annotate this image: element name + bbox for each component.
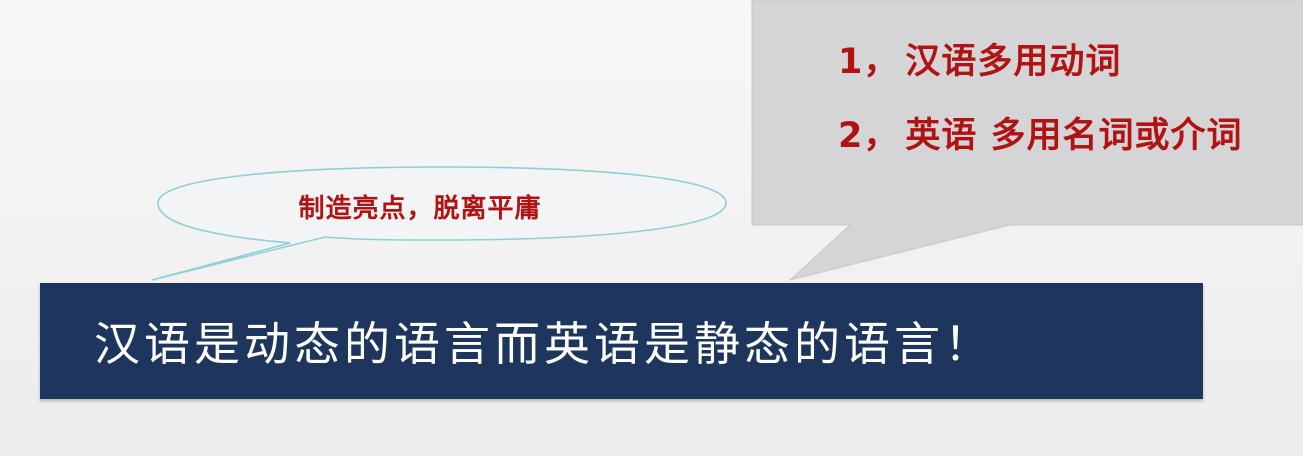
main-banner: 汉语是动态的语言而英语是静态的语言！ [40,283,1203,399]
list-item-number: 2， [838,115,900,156]
oval-bubble-text: 制造亮点，脱离平庸 [298,194,542,224]
banner-text: 汉语是动态的语言而英语是静态的语言！ [94,317,994,371]
callout-list: 1， 汉语多用动词 2， 英语 多用名词或介词 [838,34,1298,182]
list-item: 1， 汉语多用动词 [838,34,1298,82]
list-item-number: 1， [838,41,900,82]
list-item: 2， 英语 多用名词或介词 [838,108,1298,156]
list-item-text: 英语 多用名词或介词 [905,115,1243,156]
list-item-text: 汉语多用动词 [905,41,1122,82]
